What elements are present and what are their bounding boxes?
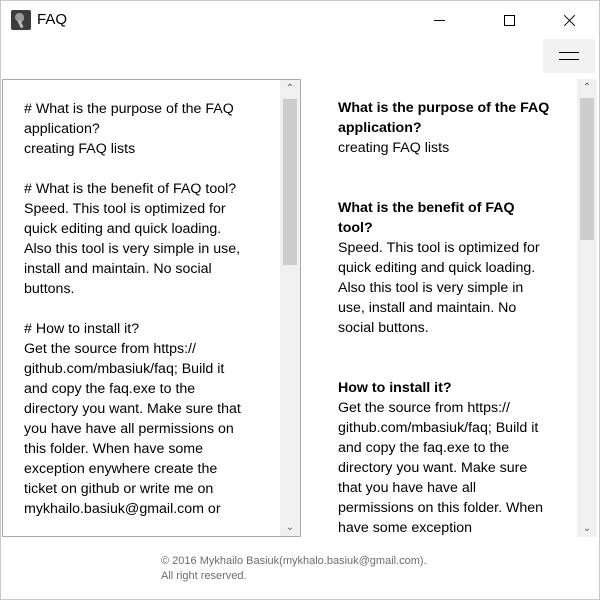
copyright-footer: © 2016 Mykhailo Basiuk(mykhalo.basiuk@gm… — [161, 554, 427, 584]
editor-textarea[interactable]: # What is the purpose of the FAQ applica… — [24, 99, 276, 519]
hamburger-menu-icon — [559, 52, 579, 53]
window-title: FAQ — [37, 11, 68, 28]
app-icon — [11, 10, 31, 30]
hamburger-menu-button[interactable] — [543, 39, 595, 73]
preview-heading: What is the benefit of FAQ tool? — [338, 200, 515, 236]
preview-scrollbar[interactable]: ⌃ ⌄ — [577, 79, 597, 537]
hamburger-line — [559, 59, 579, 60]
preview-heading: What is the purpose of the FAQ applicati… — [338, 100, 550, 136]
editor-scrollbar[interactable]: ⌃ ⌄ — [280, 80, 300, 536]
preview-heading: How to install it? — [338, 380, 452, 396]
preview-paragraph: Get the source from https:// github.com/… — [338, 400, 544, 536]
preview-paragraph: Speed. This tool is optimized for quick … — [338, 240, 540, 336]
scroll-up-arrow-icon[interactable]: ⌃ — [280, 80, 300, 97]
preview-content: What is the purpose of the FAQ applicati… — [338, 98, 551, 537]
scroll-down-arrow-icon[interactable]: ⌄ — [577, 520, 597, 537]
maximize-button[interactable] — [486, 1, 532, 39]
editor-scroll-thumb[interactable] — [283, 99, 297, 265]
preview-spacer — [338, 158, 551, 198]
preview-scroll-thumb[interactable] — [580, 98, 594, 240]
preview-paragraph: creating FAQ lists — [338, 140, 450, 156]
close-button[interactable] — [546, 1, 592, 39]
minimize-button[interactable] — [416, 1, 462, 39]
preview-spacer — [338, 338, 551, 378]
minimize-icon — [433, 19, 445, 21]
scroll-up-arrow-icon[interactable]: ⌃ — [577, 79, 597, 96]
markdown-editor[interactable]: # What is the purpose of the FAQ applica… — [2, 79, 301, 537]
copyright-line: © 2016 Mykhailo Basiuk(mykhalo.basiuk@gm… — [161, 555, 427, 567]
app-window: FAQ # What is the purpose of the FAQ app… — [0, 0, 600, 600]
faq-preview: What is the purpose of the FAQ applicati… — [317, 79, 597, 537]
close-icon — [563, 14, 576, 27]
scroll-down-arrow-icon[interactable]: ⌄ — [280, 519, 300, 536]
maximize-icon — [503, 14, 515, 26]
title-bar[interactable]: FAQ — [1, 1, 599, 39]
rights-line: All right reserved. — [161, 570, 247, 582]
